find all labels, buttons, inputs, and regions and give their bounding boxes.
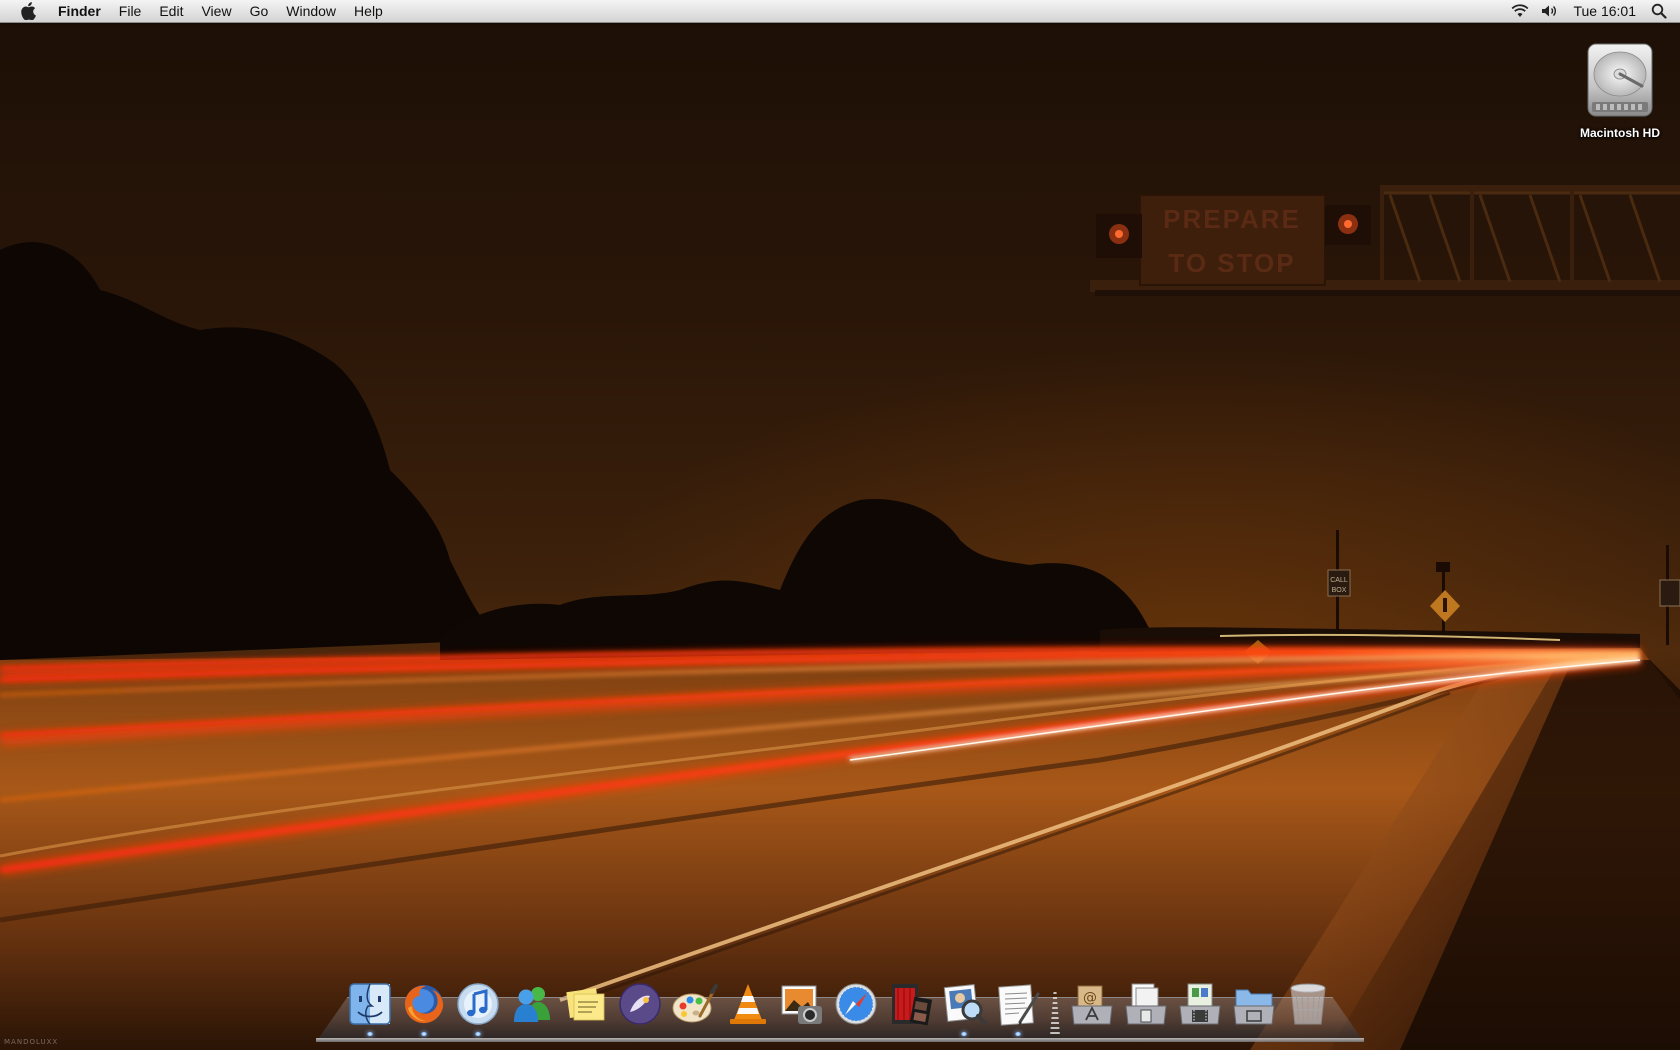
firefox-icon [405,985,444,1024]
running-indicator [961,1032,967,1036]
safari-icon [835,983,877,1025]
menu-bar: Finder File Edit View Go Window Help Tue… [0,0,1680,23]
movie-maker-icon [892,984,933,1026]
menu-window[interactable]: Window [277,0,345,22]
dock-app-messenger[interactable] [508,980,556,1036]
running-indicator [421,1032,427,1036]
folder-stack-icon [1233,989,1275,1025]
dock-trash[interactable] [1284,980,1332,1036]
dock-stack-documents[interactable] [1122,980,1170,1036]
dock-stack-applications[interactable]: @ [1068,980,1116,1036]
desktop-wallpaper: PREPARE TO STOP CALL BOX MANDOLUXX [0,0,1680,1050]
documents-stack-icon [1125,983,1167,1025]
stickies-icon [566,988,605,1021]
wallpaper-watermark: MANDOLUXX [4,1038,59,1046]
image-capture-icon [781,985,822,1024]
wallpaper-scene: PREPARE TO STOP CALL BOX [0,185,1680,1050]
dock-stack-folder[interactable] [1230,980,1278,1036]
menu-app-finder[interactable]: Finder [54,0,110,22]
sign-line-1: PREPARE [1163,204,1301,234]
dock-app-itunes[interactable] [454,980,502,1036]
downloads-stack-icon [1179,983,1221,1025]
vlc-icon [730,984,766,1024]
itunes-icon [457,983,499,1025]
dock-stack-downloads[interactable] [1176,980,1224,1036]
apple-menu-icon[interactable] [18,1,38,21]
svg-text:@: @ [1083,990,1097,1006]
dock-app-safari[interactable] [832,980,880,1036]
menu-help[interactable]: Help [345,0,392,22]
wifi-icon[interactable] [1509,0,1531,22]
dock-app-image-capture[interactable] [778,980,826,1036]
dock-app-paintbrush[interactable] [670,980,718,1036]
dock-items: @ [346,980,1338,1036]
dock-app-vlc[interactable] [724,980,772,1036]
dock-app-movie-maker[interactable] [886,980,934,1036]
messenger-icon [514,987,550,1022]
hard-drive-icon [1587,43,1653,117]
applications-stack-icon: @ [1071,985,1113,1025]
trash-icon [1290,983,1326,1025]
volume-icon[interactable] [1539,0,1561,22]
desktop-icon-label: Macintosh HD [1579,126,1660,140]
menu-file[interactable]: File [110,0,151,22]
dock: @ [316,980,1364,1042]
dock-app-firefox[interactable] [400,980,448,1036]
kobo-icon [619,983,661,1025]
dock-app-preview[interactable] [940,980,988,1036]
sign-line-2: TO STOP [1168,248,1295,278]
dock-separator[interactable] [1050,992,1060,1036]
preview-icon [943,983,987,1025]
menu-extras: Tue 16:01 [1505,0,1680,22]
paintbrush-icon [672,984,718,1023]
spotlight-search-icon[interactable] [1648,0,1670,22]
running-indicator [1015,1032,1021,1036]
overhead-sign: PREPARE TO STOP [1090,185,1680,296]
menu-edit[interactable]: Edit [150,0,192,22]
dock-app-kobo[interactable] [616,980,664,1036]
dock-app-textedit[interactable] [994,980,1042,1036]
menu-view[interactable]: View [192,0,240,22]
running-indicator [475,1032,481,1036]
finder-icon [349,983,391,1025]
dock-app-finder[interactable] [346,980,394,1036]
svg-text:BOX: BOX [1332,587,1347,594]
menu-clock[interactable]: Tue 16:01 [1565,0,1648,22]
dock-app-stickies[interactable] [562,980,610,1036]
menu-go[interactable]: Go [241,0,278,22]
desktop-icon-macintosh-hd[interactable]: Macintosh HD [1568,40,1672,140]
textedit-icon [998,984,1040,1026]
svg-text:CALL: CALL [1330,577,1348,584]
running-indicator [367,1032,373,1036]
